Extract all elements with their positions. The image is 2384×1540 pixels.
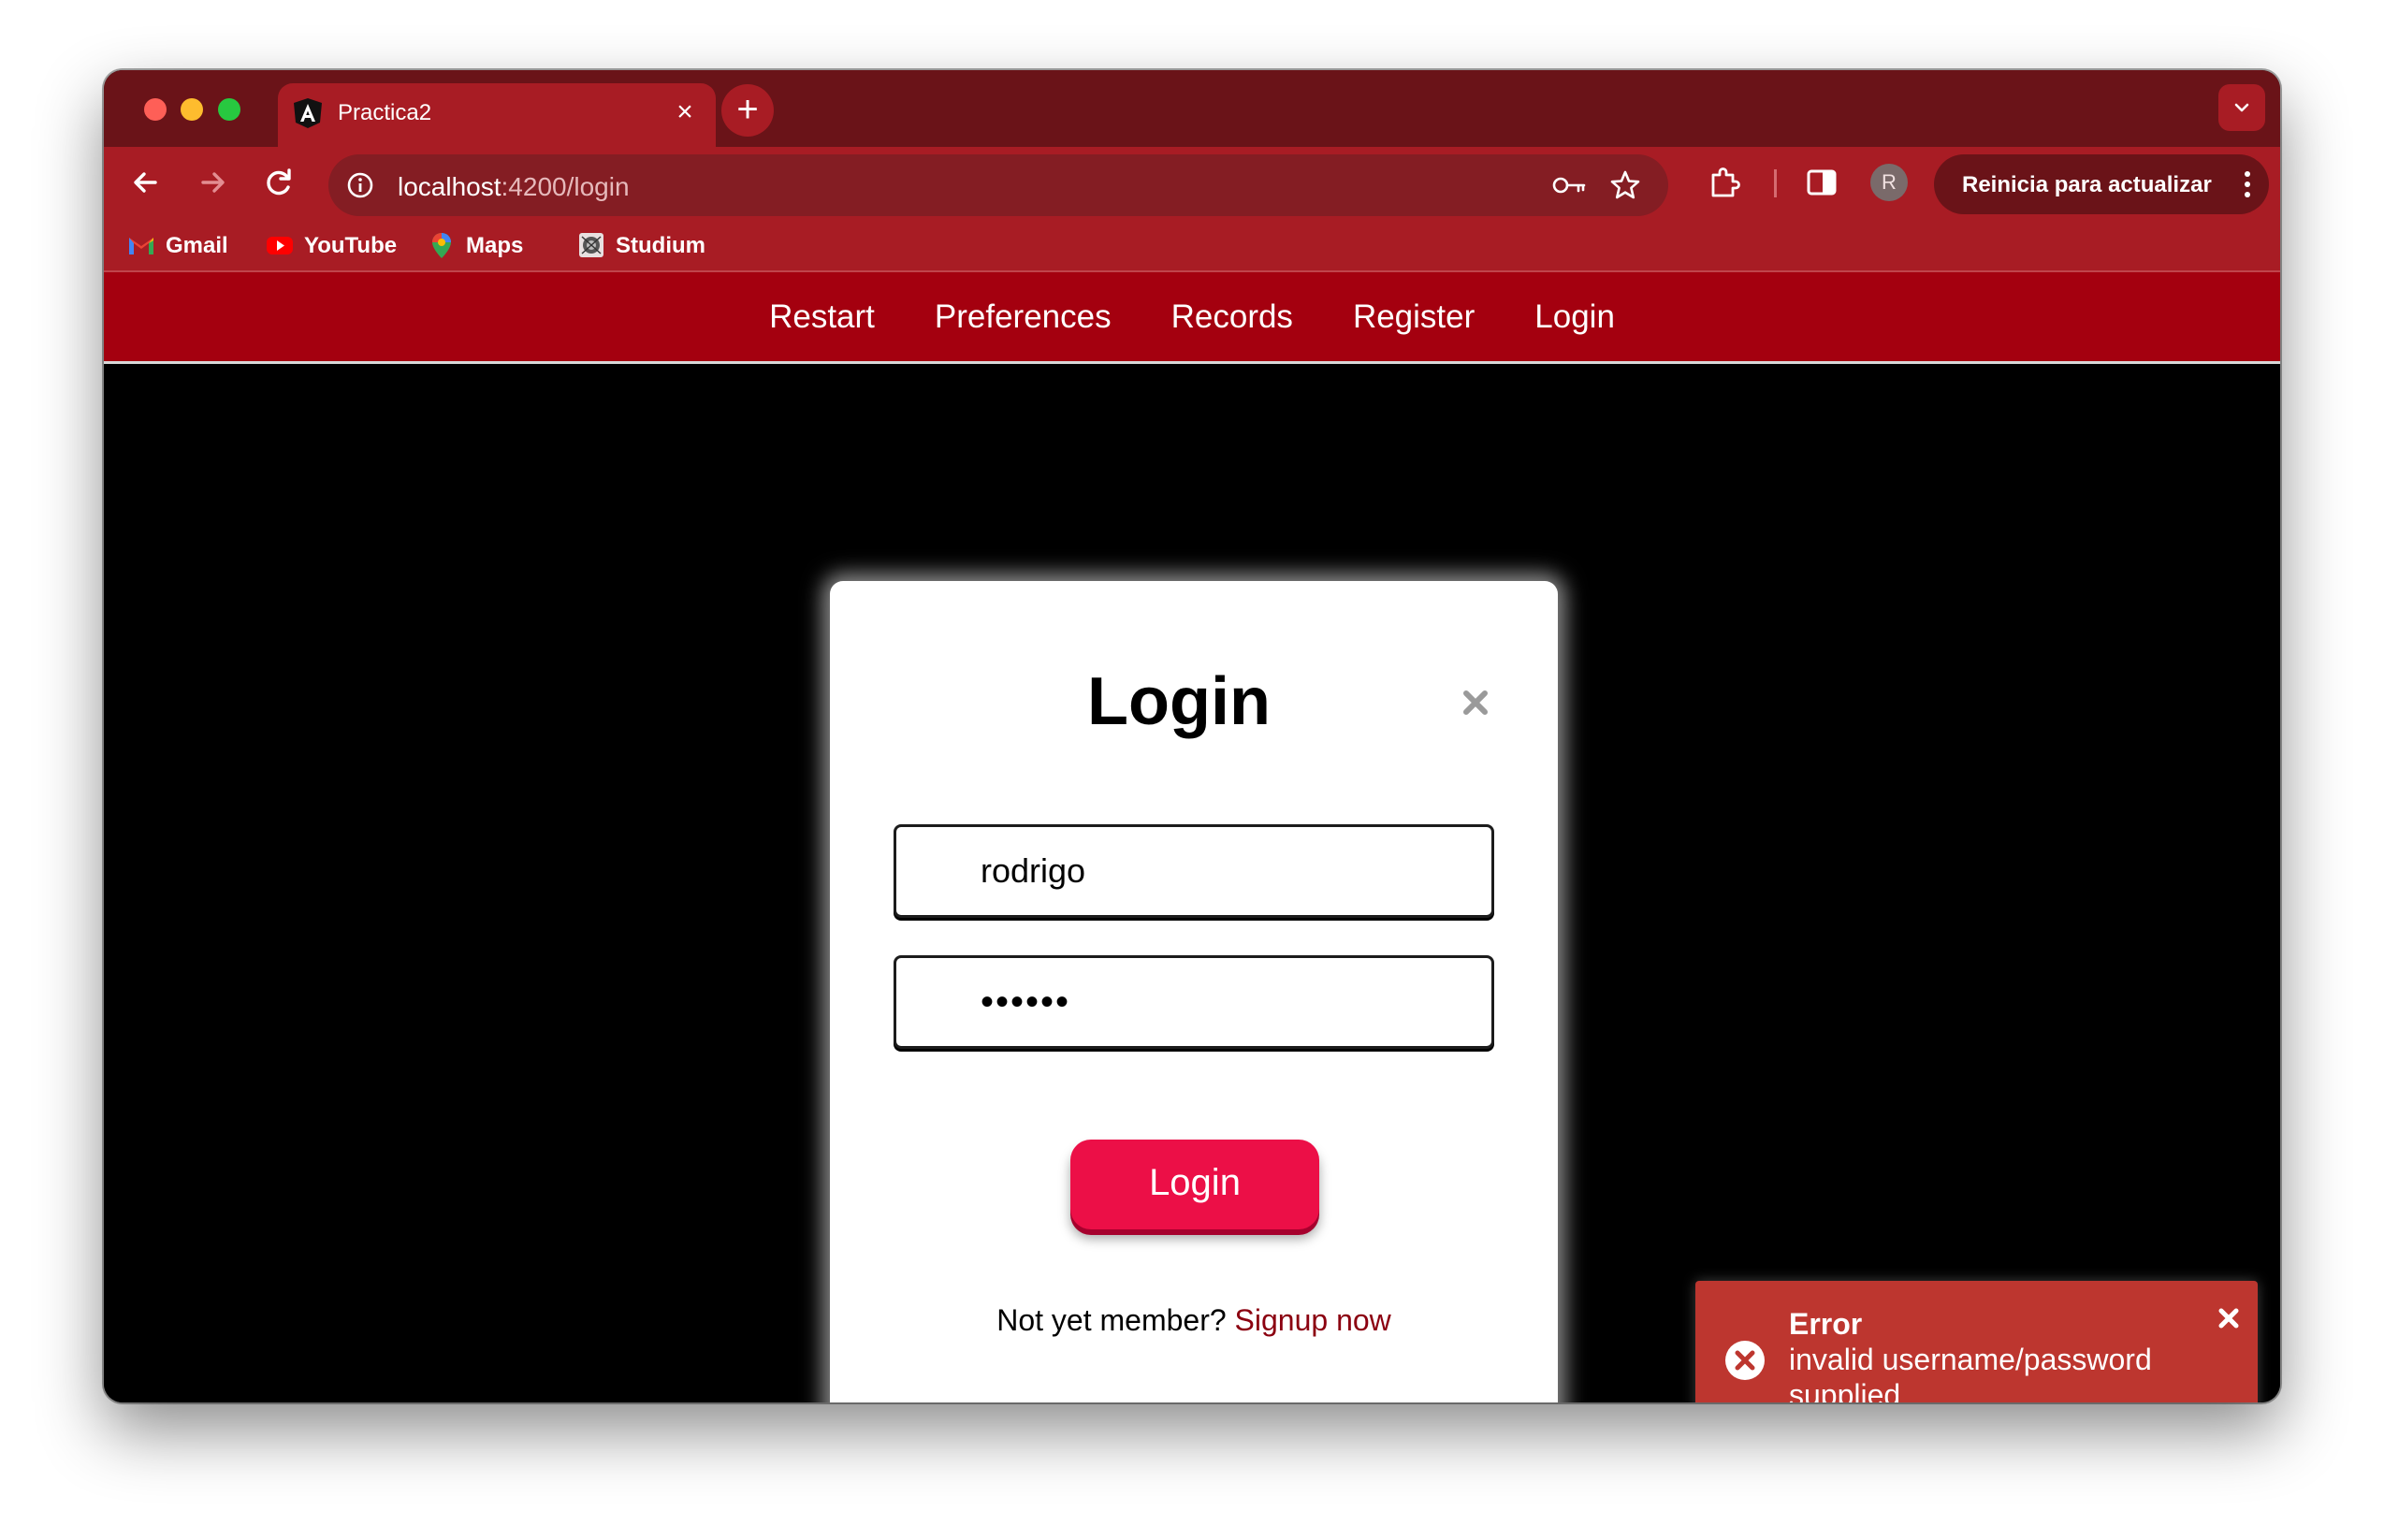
signup-prompt: Not yet member? Signup now bbox=[996, 1303, 1391, 1337]
studium-icon bbox=[579, 233, 603, 257]
nav-preferences[interactable]: Preferences bbox=[935, 298, 1112, 336]
close-icon[interactable] bbox=[1457, 684, 1494, 721]
profile-avatar[interactable]: R bbox=[1870, 164, 1908, 201]
more-vert-icon bbox=[2245, 171, 2250, 197]
nav-restart[interactable]: Restart bbox=[769, 298, 875, 336]
minimize-window-button[interactable] bbox=[181, 98, 203, 121]
reload-icon[interactable] bbox=[257, 160, 302, 205]
browser-window: Practica2 × + localhost:4200/login R Rei… bbox=[104, 70, 2280, 1402]
username-field[interactable] bbox=[894, 824, 1494, 918]
toolbar-divider bbox=[1774, 169, 1777, 197]
tab-strip: Practica2 × + bbox=[104, 70, 2280, 147]
signup-link[interactable]: Signup now bbox=[1235, 1303, 1391, 1337]
login-modal: Login Login Not yet member? Signup now bbox=[830, 581, 1558, 1402]
bookmarks-bar: Gmail YouTube Maps Studium bbox=[104, 218, 2280, 272]
chevron-down-icon bbox=[2234, 103, 2249, 112]
extensions-puzzle-icon[interactable] bbox=[1706, 164, 1743, 201]
url-text: localhost:4200/login bbox=[398, 172, 630, 201]
password-field[interactable] bbox=[894, 955, 1494, 1049]
tab-title: Practica2 bbox=[338, 100, 432, 125]
tab-search-button[interactable] bbox=[2218, 84, 2265, 131]
maps-icon bbox=[432, 233, 451, 258]
app-navbar: Restart Preferences Records Register Log… bbox=[104, 272, 2280, 364]
page-content: Restart Preferences Records Register Log… bbox=[104, 272, 2280, 1402]
angular-logo-icon bbox=[294, 98, 322, 128]
close-window-button[interactable] bbox=[144, 98, 167, 121]
youtube-icon bbox=[267, 237, 293, 254]
forward-arrow-icon[interactable] bbox=[190, 160, 235, 205]
maximize-window-button[interactable] bbox=[218, 98, 240, 121]
toast-close-icon[interactable] bbox=[2216, 1305, 2242, 1331]
bookmark-star-icon[interactable] bbox=[1608, 168, 1642, 202]
update-label: Reinicia para actualizar bbox=[1962, 172, 2212, 197]
close-tab-button[interactable]: × bbox=[669, 96, 701, 128]
error-circle-icon bbox=[1725, 1341, 1765, 1380]
modal-title: Login bbox=[1087, 664, 1271, 739]
toast-title: Error bbox=[1789, 1307, 1863, 1341]
back-arrow-icon[interactable] bbox=[124, 160, 168, 205]
new-tab-button[interactable]: + bbox=[721, 84, 774, 137]
tab-practica2[interactable]: Practica2 × bbox=[278, 83, 716, 147]
nav-records[interactable]: Records bbox=[1171, 298, 1293, 336]
login-button[interactable]: Login bbox=[1070, 1140, 1319, 1229]
key-icon[interactable] bbox=[1550, 170, 1588, 200]
nav-login[interactable]: Login bbox=[1534, 298, 1615, 336]
update-button[interactable]: Reinicia para actualizar bbox=[1934, 154, 2269, 214]
side-panel-icon[interactable] bbox=[1805, 166, 1839, 199]
username-input[interactable] bbox=[896, 827, 1491, 915]
nav-register[interactable]: Register bbox=[1353, 298, 1475, 336]
site-info-icon[interactable] bbox=[345, 170, 375, 200]
error-toast[interactable]: Error invalid username/password supplied bbox=[1695, 1281, 2258, 1402]
browser-toolbar: localhost:4200/login R Reinicia para act… bbox=[104, 147, 2280, 218]
address-bar[interactable]: localhost:4200/login bbox=[328, 154, 1668, 216]
password-input[interactable] bbox=[896, 958, 1491, 1046]
gmail-icon bbox=[129, 238, 153, 254]
toast-message: invalid username/password supplied bbox=[1789, 1343, 2152, 1402]
